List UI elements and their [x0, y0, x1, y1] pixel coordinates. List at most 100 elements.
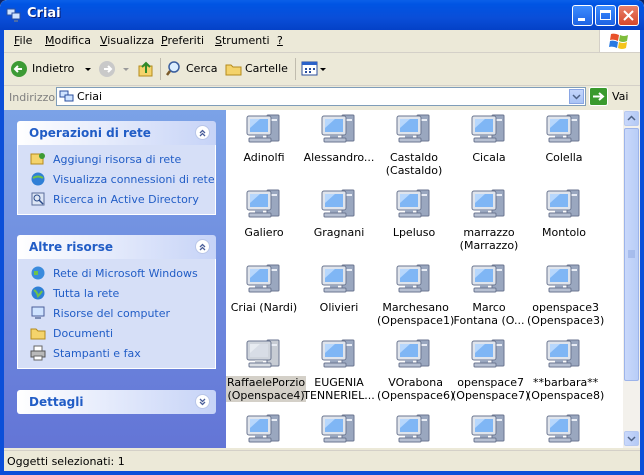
panel-header[interactable]: Altre risorse: [17, 235, 216, 259]
computer-label: Criai (Nardi): [230, 301, 298, 314]
status-text: Oggetti selezionati: 1: [7, 455, 125, 468]
address-input[interactable]: Criai: [56, 87, 586, 106]
task-search-active-directory[interactable]: Ricerca in Active Directory: [18, 190, 215, 210]
computer-icon: [526, 112, 602, 148]
collapse-chevron-icon[interactable]: [195, 125, 210, 140]
add-network-place-icon: [30, 153, 45, 165]
expand-chevron-icon[interactable]: [195, 394, 210, 409]
computer-label: Marco Fontana (O...: [453, 301, 525, 327]
computer-icon: [226, 412, 302, 448]
computer-item[interactable]: Cicala: [451, 112, 527, 164]
computer-icon: [301, 112, 377, 148]
computer-icon: [451, 187, 527, 223]
title-bar[interactable]: Criai: [0, 0, 644, 30]
collapse-chevron-icon[interactable]: [195, 239, 210, 254]
maximize-icon: [600, 10, 611, 20]
back-button[interactable]: Indietro: [10, 60, 91, 78]
close-button[interactable]: [618, 5, 639, 26]
computer-label: Alessandro...: [303, 151, 375, 164]
computer-label: Castaldo (Castaldo): [385, 151, 443, 177]
folders-button[interactable]: Cartelle: [225, 60, 289, 78]
menu-modifica[interactable]: Modifica: [45, 34, 91, 47]
place-printers-and-faxes[interactable]: Stampanti e fax: [18, 344, 215, 364]
computer-icon: [376, 112, 452, 148]
computer-item[interactable]: Adinolfi: [226, 112, 302, 164]
search-button[interactable]: Cerca: [166, 60, 218, 78]
address-dropdown-button[interactable]: [569, 89, 584, 104]
menu-strumenti[interactable]: Strumenti: [215, 34, 270, 47]
maximize-button[interactable]: [595, 5, 616, 26]
panel-header[interactable]: Dettagli: [17, 390, 216, 414]
computer-item[interactable]: Montolo: [526, 187, 602, 239]
computer-label: openspace3 (Openspace3): [527, 301, 605, 327]
computer-label: openspace7 (Openspace7): [452, 376, 530, 402]
network-connections-icon: [31, 172, 45, 186]
computer-item[interactable]: marrazzo (Marrazzo): [451, 187, 527, 252]
menu-help[interactable]: ?: [277, 34, 283, 47]
views-button[interactable]: [301, 60, 327, 78]
computer-label: Galiero: [244, 226, 284, 239]
window-border: [0, 30, 4, 475]
computer-item[interactable]: [526, 412, 602, 448]
computer-item[interactable]: Colella: [526, 112, 602, 164]
menu-preferiti[interactable]: Preferiti: [161, 34, 204, 47]
computer-item[interactable]: Marchesano (Openspace1): [376, 262, 454, 327]
computer-icon: [376, 187, 452, 223]
computer-icon: [451, 112, 527, 148]
toolbar: Indietro Cerca Cartelle: [4, 53, 640, 86]
computer-item[interactable]: [451, 412, 527, 448]
up-folder-button[interactable]: [137, 60, 155, 78]
computer-label: Montolo: [541, 226, 587, 239]
place-my-computer[interactable]: Risorse del computer: [18, 304, 215, 324]
computer-label: Gragnani: [313, 226, 365, 239]
place-documents[interactable]: Documenti: [18, 324, 215, 344]
computer-item[interactable]: Gragnani: [301, 187, 377, 239]
vertical-scrollbar[interactable]: [623, 110, 640, 448]
computer-item[interactable]: [301, 412, 377, 448]
computer-label: Adinolfi: [243, 151, 285, 164]
place-entire-network[interactable]: Tutta la rete: [18, 284, 215, 304]
scroll-thumb[interactable]: [624, 128, 639, 381]
computer-label: Colella: [545, 151, 583, 164]
computer-label: Lpeluso: [392, 226, 436, 239]
computer-item[interactable]: Castaldo (Castaldo): [376, 112, 452, 177]
documents-folder-icon: [30, 328, 46, 340]
computer-item[interactable]: Criai (Nardi): [226, 262, 302, 314]
chevron-down-icon: [572, 94, 581, 100]
task-view-network-connections[interactable]: Visualizza connessioni di rete: [18, 170, 215, 190]
computer-item[interactable]: [376, 412, 452, 448]
computer-item[interactable]: **barbara** (Openspace8): [526, 337, 604, 402]
computer-item[interactable]: RaffaelePorzio (Openspace4): [226, 337, 307, 402]
computer-item[interactable]: VOrabona (Openspace6): [376, 337, 454, 402]
minimize-icon: [578, 18, 585, 21]
computer-item[interactable]: openspace7 (Openspace7): [451, 337, 530, 402]
minimize-button[interactable]: [572, 5, 593, 26]
computer-item[interactable]: Marco Fontana (O...: [451, 262, 527, 327]
scroll-down-button[interactable]: [624, 431, 639, 446]
computer-icon: [526, 412, 602, 448]
computer-item[interactable]: openspace3 (Openspace3): [526, 262, 605, 327]
chevron-up-icon: [627, 115, 636, 121]
computer-item[interactable]: Lpeluso: [376, 187, 452, 239]
computer-icon: [226, 187, 302, 223]
globe-icon: [31, 286, 45, 300]
computer-item[interactable]: [226, 412, 302, 448]
computer-icon: [451, 337, 527, 373]
scroll-up-button[interactable]: [624, 111, 639, 126]
menu-visualizza[interactable]: Visualizza: [100, 34, 154, 47]
panel-other-places: Altre risorse Rete di Microsoft Windows …: [17, 235, 216, 369]
computer-icon: [526, 187, 602, 223]
computer-item[interactable]: Olivieri: [301, 262, 377, 314]
windows-logo-icon: [599, 30, 640, 52]
computer-icon: [376, 337, 452, 373]
forward-button[interactable]: [98, 60, 132, 78]
computer-icon: [226, 337, 302, 373]
place-microsoft-windows-network[interactable]: Rete di Microsoft Windows: [18, 264, 215, 284]
computer-item[interactable]: EUGENIA TENNERIEL...: [301, 337, 377, 402]
computer-item[interactable]: Galiero: [226, 187, 302, 239]
menu-file[interactable]: File: [14, 34, 32, 47]
task-add-network-place[interactable]: Aggiungi risorsa di rete: [18, 150, 215, 170]
computer-icon: [526, 337, 602, 373]
panel-header[interactable]: Operazioni di rete: [17, 121, 216, 145]
computer-item[interactable]: Alessandro...: [301, 112, 377, 164]
